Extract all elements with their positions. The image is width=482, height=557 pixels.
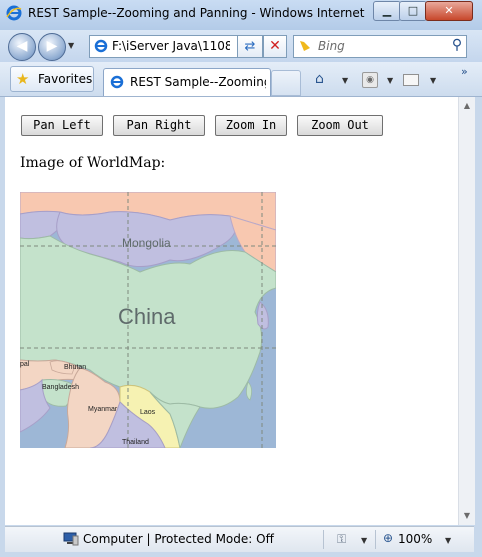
zoom-in-button[interactable]: Zoom In	[215, 115, 287, 136]
map-label-laos: Laos	[140, 409, 156, 416]
new-tab-button[interactable]	[271, 70, 301, 96]
pan-left-button[interactable]: Pan Left	[21, 115, 103, 136]
pan-right-button[interactable]: Pan Right	[113, 115, 205, 136]
status-bar: Computer | Protected Mode: Off ⚿ ▼ ⊕ 100…	[5, 526, 474, 552]
zoom-dropdown-icon[interactable]: ▼	[445, 536, 451, 545]
search-box[interactable]: Bing ⚲	[293, 35, 467, 58]
active-tab[interactable]: REST Sample--Zooming...	[103, 68, 271, 96]
page-viewport: Pan Left Pan Right Zoom In Zoom Out Imag…	[5, 97, 458, 525]
map-label-china: China	[118, 304, 176, 329]
vertical-scrollbar[interactable]: ▲ ▼	[458, 97, 475, 525]
map-label-bangladesh: Bangladesh	[42, 384, 79, 391]
world-map-image[interactable]: Mongolia China Bhutan Bangladesh Myanmar…	[20, 192, 276, 448]
home-icon[interactable]: ⌂	[315, 71, 324, 87]
close-button[interactable]: ✕	[425, 1, 473, 21]
address-text[interactable]: F:\iServer Java\1108	[112, 39, 230, 53]
status-separator	[375, 530, 376, 549]
title-bar: REST Sample--Zooming and Panning - Windo…	[0, 0, 482, 31]
computer-icon	[63, 532, 79, 546]
scroll-up-icon[interactable]: ▲	[459, 99, 475, 113]
map-svg: Mongolia China Bhutan Bangladesh Myanmar…	[20, 192, 276, 448]
map-label-myanmar: Myanmar	[88, 406, 118, 413]
zoom-out-button[interactable]: Zoom Out	[297, 115, 383, 136]
map-label-mongolia: Mongolia	[122, 236, 171, 250]
forward-icon: ▶	[46, 38, 58, 54]
search-icon[interactable]: ⚲	[446, 37, 468, 53]
page-icon	[94, 39, 108, 53]
search-input[interactable]: Bing	[318, 39, 345, 53]
mail-icon[interactable]	[403, 74, 419, 86]
zoom-level[interactable]: 100%	[398, 532, 432, 546]
favorites-button[interactable]: ★ Favorites	[10, 66, 94, 92]
stop-icon[interactable]: ✕	[263, 35, 287, 58]
scroll-down-icon[interactable]: ▼	[459, 509, 475, 523]
map-caption: Image of WorldMap:	[20, 155, 166, 171]
feed-dropdown-icon[interactable]: ▼	[387, 76, 393, 85]
mail-dropdown-icon[interactable]: ▼	[430, 76, 436, 85]
star-icon: ★	[16, 70, 30, 88]
map-label-thailand: Thailand	[122, 439, 149, 446]
zoom-icon[interactable]: ⊕	[383, 531, 393, 545]
status-separator	[323, 530, 324, 549]
home-dropdown-icon[interactable]: ▼	[342, 76, 348, 85]
command-bar: ★ Favorites REST Sample--Zooming... ⌂ ▼ …	[0, 62, 482, 97]
chevron-more-icon[interactable]: »	[461, 65, 468, 78]
security-dropdown-icon[interactable]: ▼	[361, 536, 367, 545]
refresh-icon[interactable]: ⇄	[237, 35, 263, 58]
minimize-button[interactable]: ▁	[373, 1, 401, 21]
bing-icon	[300, 41, 310, 51]
navigation-bar: ◀ ▶ ▼ F:\iServer Java\1108 ▼ ⇄ ✕ Bing ⚲	[0, 30, 482, 62]
maximize-button[interactable]: □	[399, 1, 427, 21]
map-label-bhutan: Bhutan	[64, 364, 86, 371]
forward-button[interactable]: ▶	[38, 33, 66, 61]
page-icon	[110, 75, 124, 89]
feed-icon[interactable]: ◉	[362, 72, 378, 88]
back-button[interactable]: ◀	[8, 33, 36, 61]
lock-icon[interactable]: ⚿	[337, 532, 346, 547]
tab-title: REST Sample--Zooming...	[130, 75, 266, 89]
security-zone-text: Computer | Protected Mode: Off	[83, 532, 274, 546]
recent-pages-dropdown[interactable]: ▼	[68, 41, 74, 50]
map-label-nepal: pal	[20, 361, 30, 368]
ie-logo-icon	[6, 5, 22, 21]
window-title: REST Sample--Zooming and Panning - Windo…	[28, 6, 368, 20]
back-icon: ◀	[16, 38, 28, 54]
favorites-label: Favorites	[38, 72, 93, 86]
